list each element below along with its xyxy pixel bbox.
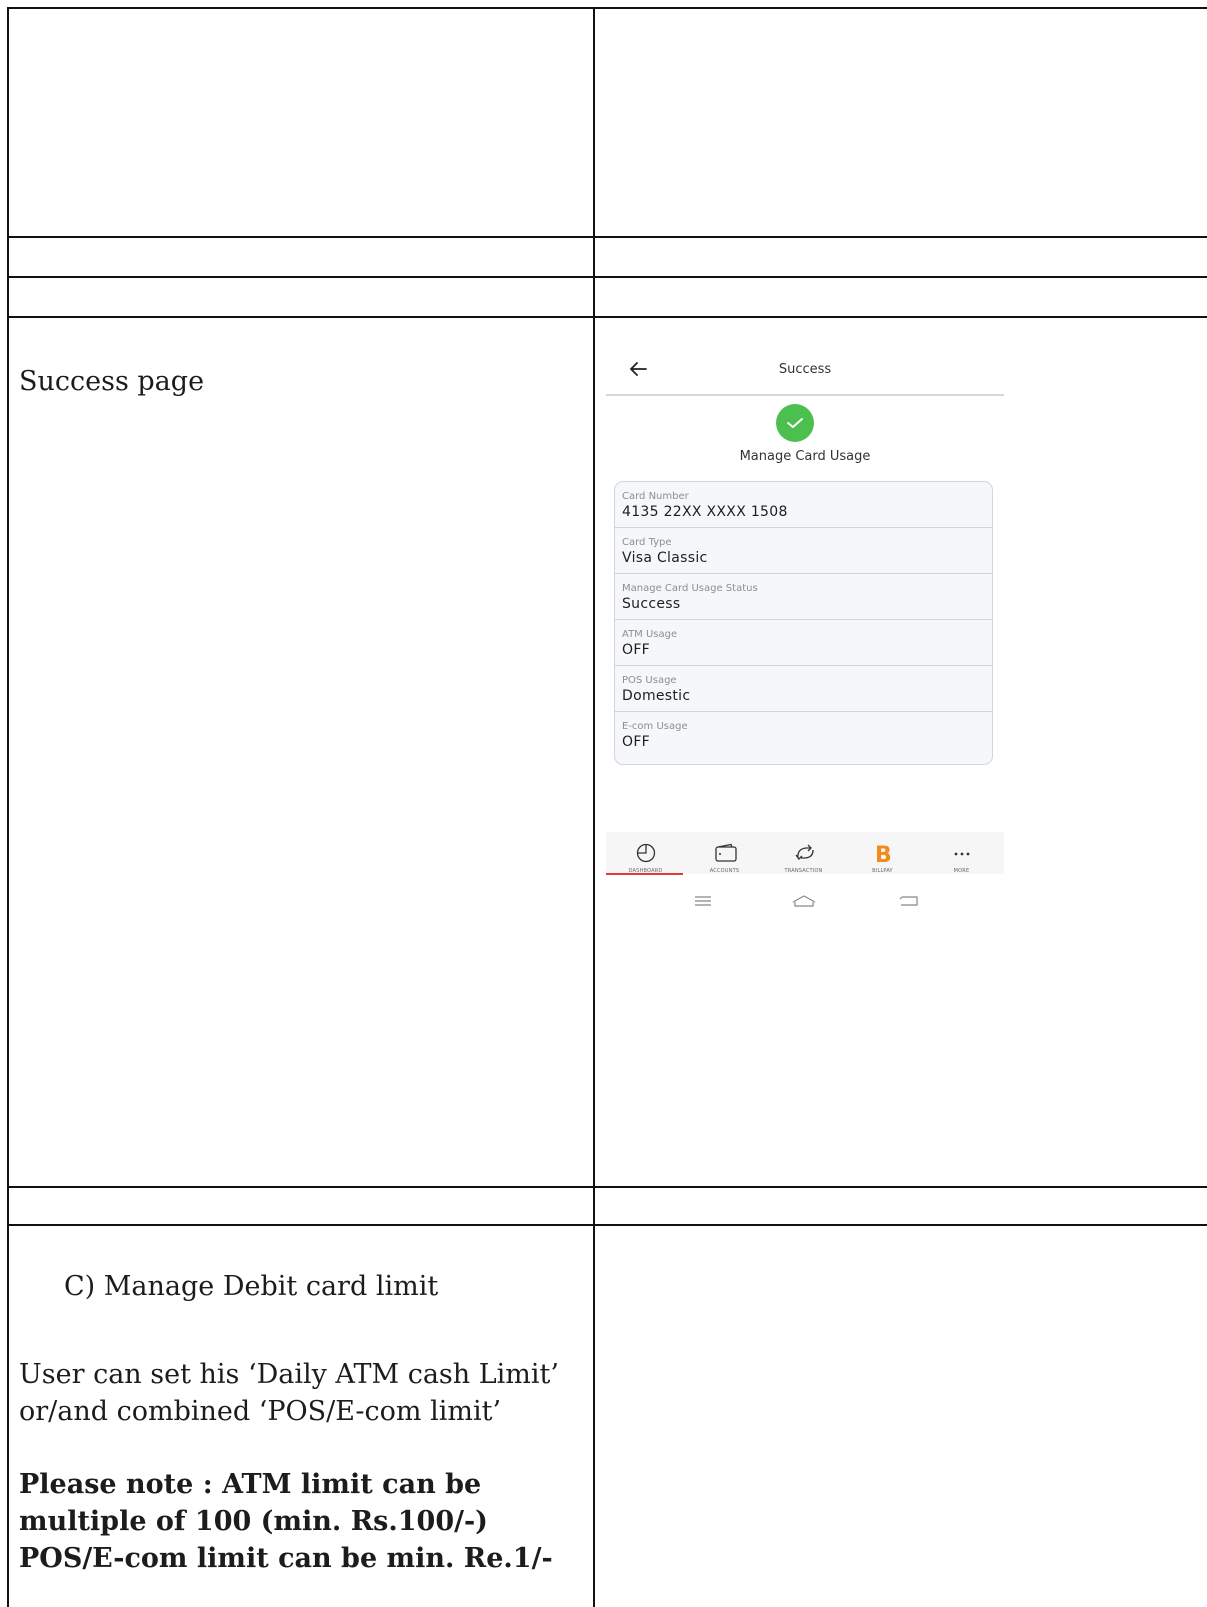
nav-transaction[interactable]: TRANSACTION bbox=[764, 832, 843, 874]
back-system-icon[interactable] bbox=[898, 894, 920, 908]
detail-row-card-number: Card Number 4135 22XX XXXX 1508 bbox=[615, 482, 992, 528]
section-description: User can set his ‘Daily ATM cash Limit’ … bbox=[19, 1359, 559, 1427]
svg-text:B: B bbox=[875, 843, 892, 865]
table-border bbox=[7, 1224, 1207, 1226]
success-subtitle: Manage Card Usage bbox=[739, 449, 871, 464]
section-heading-manage-limit: C) Manage Debit card limit bbox=[64, 1271, 439, 1302]
detail-row-ecom-usage: E-com Usage OFF bbox=[615, 712, 992, 758]
detail-label: POS Usage bbox=[622, 675, 677, 686]
note-line: multiple of 100 (min. Rs.100/-) bbox=[19, 1506, 488, 1537]
table-border-top bbox=[7, 7, 1207, 9]
detail-label: ATM Usage bbox=[622, 629, 678, 640]
detail-label: Card Number bbox=[622, 491, 689, 502]
pie-chart-icon bbox=[636, 843, 656, 863]
table-border bbox=[7, 236, 1207, 238]
table-column-divider bbox=[593, 7, 595, 1607]
note-line: POS/E-com limit can be min. Re.1/- bbox=[19, 1543, 553, 1574]
nav-dashboard[interactable]: DASHBOARD bbox=[606, 832, 685, 875]
table-border bbox=[7, 316, 1207, 318]
home-icon[interactable] bbox=[791, 894, 817, 908]
wallet-icon bbox=[715, 843, 737, 862]
nav-label: BILLPAY bbox=[872, 868, 893, 874]
detail-value: 4135 22XX XXXX 1508 bbox=[622, 504, 788, 520]
nav-more[interactable]: MORE bbox=[922, 832, 1001, 874]
detail-value: Visa Classic bbox=[622, 550, 708, 566]
bottom-nav: DASHBOARD ACCOUNTS TRANSACTION B BILLPAY… bbox=[606, 832, 1004, 875]
nav-label: ACCOUNTS bbox=[709, 868, 740, 874]
nav-label: TRANSACTION bbox=[784, 868, 823, 874]
detail-value: Success bbox=[622, 596, 681, 612]
nav-label: MORE bbox=[953, 868, 970, 874]
detail-row-card-type: Card Type Visa Classic bbox=[615, 528, 992, 574]
detail-row-status: Manage Card Usage Status Success bbox=[615, 574, 992, 620]
note-line: Please note : ATM limit can be bbox=[19, 1469, 482, 1500]
nav-active-indicator bbox=[606, 873, 683, 875]
row-label-success-page: Success page bbox=[19, 366, 205, 397]
app-header: Success bbox=[606, 346, 1004, 396]
detail-label: Card Type bbox=[622, 537, 672, 548]
detail-row-pos-usage: POS Usage Domestic bbox=[615, 666, 992, 712]
nav-accounts[interactable]: ACCOUNTS bbox=[685, 832, 764, 874]
table-border bbox=[7, 276, 1207, 278]
transfer-arrows-icon bbox=[795, 844, 814, 860]
nav-billpay[interactable]: B BILLPAY bbox=[843, 832, 922, 874]
table-border bbox=[7, 1186, 1207, 1188]
detail-value: OFF bbox=[622, 642, 651, 658]
header-title: Success bbox=[778, 362, 832, 377]
detail-label: E-com Usage bbox=[622, 721, 688, 732]
detail-value: Domestic bbox=[622, 688, 691, 704]
details-card: Card Number 4135 22XX XXXX 1508 Card Typ… bbox=[614, 481, 993, 765]
more-dots-icon bbox=[954, 852, 970, 856]
detail-label: Manage Card Usage Status bbox=[622, 583, 758, 594]
billpay-b-icon: B bbox=[875, 843, 892, 865]
detail-value: OFF bbox=[622, 734, 651, 750]
success-check-icon bbox=[776, 404, 814, 442]
phone-screenshot: Success Manage Card Usage Card Number 41… bbox=[606, 346, 1004, 921]
menu-lines-icon[interactable] bbox=[693, 894, 713, 908]
detail-row-atm-usage: ATM Usage OFF bbox=[615, 620, 992, 666]
table-border-left bbox=[7, 7, 9, 1607]
